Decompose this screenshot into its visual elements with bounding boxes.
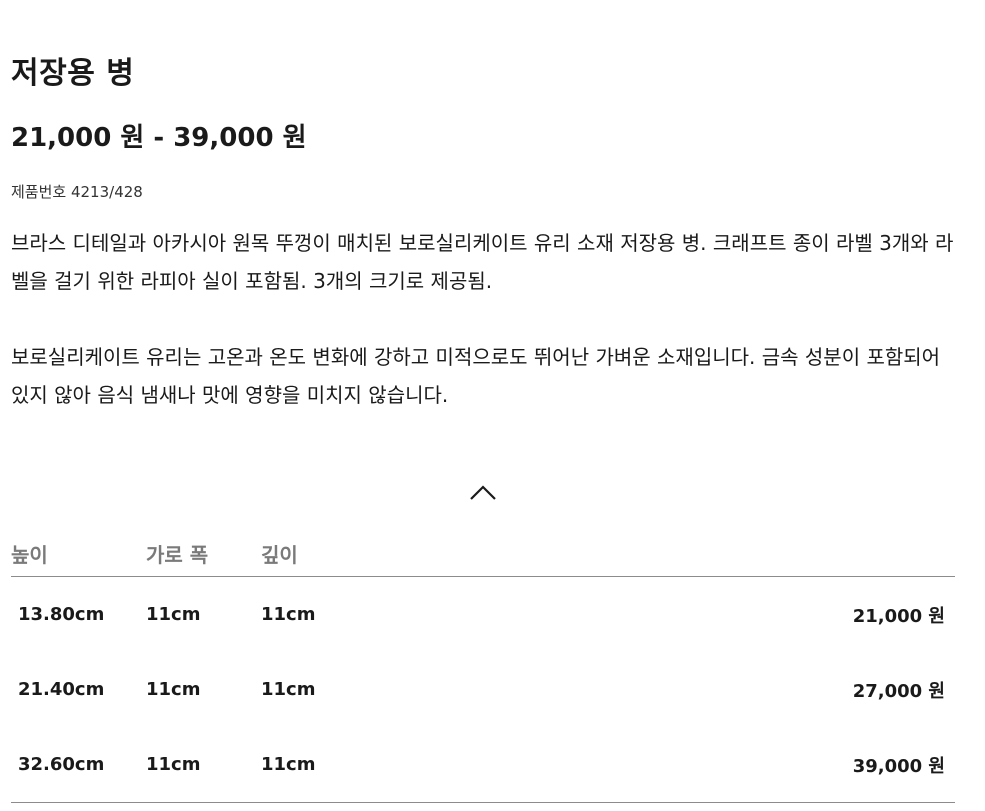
product-title: 저장용 병 bbox=[11, 56, 135, 91]
cell-price: 21,000 원 bbox=[852, 605, 945, 627]
cell-width: 11cm bbox=[146, 604, 201, 625]
cell-height: 32.60cm bbox=[18, 754, 105, 775]
table-row[interactable]: 13.80cm 11cm 11cm 21,000 원 bbox=[11, 577, 955, 652]
collapse-button[interactable] bbox=[469, 480, 497, 504]
price-range: 21,000 원 - 39,000 원 bbox=[11, 123, 307, 153]
chevron-up-icon bbox=[470, 485, 496, 500]
cell-depth: 11cm bbox=[261, 754, 316, 775]
cell-width: 11cm bbox=[146, 679, 201, 700]
size-table: 높이 가로 폭 깊이 13.80cm 11cm 11cm 21,000 원 21… bbox=[11, 530, 955, 803]
product-number: 제품번호 4213/428 bbox=[11, 183, 143, 201]
cell-depth: 11cm bbox=[261, 604, 316, 625]
cell-price: 39,000 원 bbox=[852, 755, 945, 777]
cell-price: 27,000 원 bbox=[852, 680, 945, 702]
table-row[interactable]: 32.60cm 11cm 11cm 39,000 원 bbox=[11, 727, 955, 803]
product-description: 브라스 디테일과 아카시아 원목 뚜껑이 매치된 보로실리케이트 유리 소재 저… bbox=[11, 231, 954, 407]
header-height: 높이 bbox=[11, 542, 48, 567]
cell-height: 21.40cm bbox=[18, 679, 105, 700]
header-depth: 깊이 bbox=[261, 542, 298, 567]
table-row[interactable]: 21.40cm 11cm 11cm 27,000 원 bbox=[11, 652, 955, 727]
cell-width: 11cm bbox=[146, 754, 201, 775]
cell-height: 13.80cm bbox=[18, 604, 105, 625]
table-header: 높이 가로 폭 깊이 bbox=[11, 530, 955, 577]
header-width: 가로 폭 bbox=[146, 542, 209, 567]
product-info: 저장용 병 21,000 원 - 39,000 원 제품번호 4213/428 … bbox=[11, 52, 955, 414]
cell-depth: 11cm bbox=[261, 679, 316, 700]
